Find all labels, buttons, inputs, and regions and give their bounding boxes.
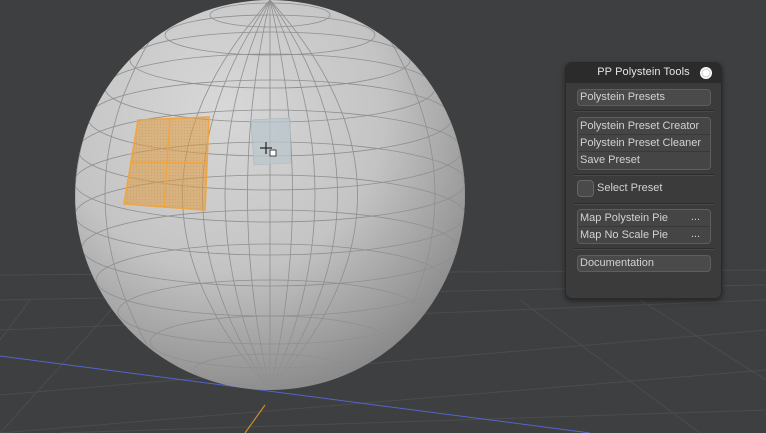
map-no-scale-pie-options[interactable]: ... [691, 227, 700, 242]
map-polystein-pie-button[interactable]: Map Polystein Pie ... [578, 210, 710, 227]
select-preset-label: Select Preset [597, 182, 663, 194]
select-preset-checkbox[interactable] [577, 180, 594, 197]
map-no-scale-pie-button[interactable]: Map No Scale Pie ... [578, 227, 710, 244]
hovered-polygon [250, 117, 292, 166]
polystein-tools-panel: PP Polystein Tools Polystein Presets Pol… [565, 62, 722, 299]
preset-cleaner-button[interactable]: Polystein Preset Cleaner [578, 135, 710, 152]
preset-tools-group: Polystein Preset Creator Polystein Prese… [577, 117, 711, 170]
polystein-presets-button[interactable]: Polystein Presets [577, 89, 711, 106]
map-no-scale-pie-label: Map No Scale Pie [580, 229, 669, 241]
z-axis-line [244, 404, 266, 433]
panel-titlebar[interactable]: PP Polystein Tools [566, 63, 721, 83]
selected-polygons[interactable] [123, 116, 210, 211]
map-polystein-pie-label: Map Polystein Pie [580, 212, 669, 224]
preset-creator-button[interactable]: Polystein Preset Creator [578, 118, 710, 135]
map-pie-group: Map Polystein Pie ... Map No Scale Pie .… [577, 209, 711, 244]
map-polystein-pie-options[interactable]: ... [691, 210, 700, 225]
documentation-button[interactable]: Documentation [577, 255, 711, 272]
divider [574, 248, 714, 250]
panel-title: PP Polystein Tools [597, 66, 690, 78]
divider [574, 203, 714, 205]
close-icon[interactable] [700, 67, 712, 79]
divider [574, 110, 714, 112]
divider [574, 174, 714, 176]
save-preset-button[interactable]: Save Preset [578, 152, 710, 169]
